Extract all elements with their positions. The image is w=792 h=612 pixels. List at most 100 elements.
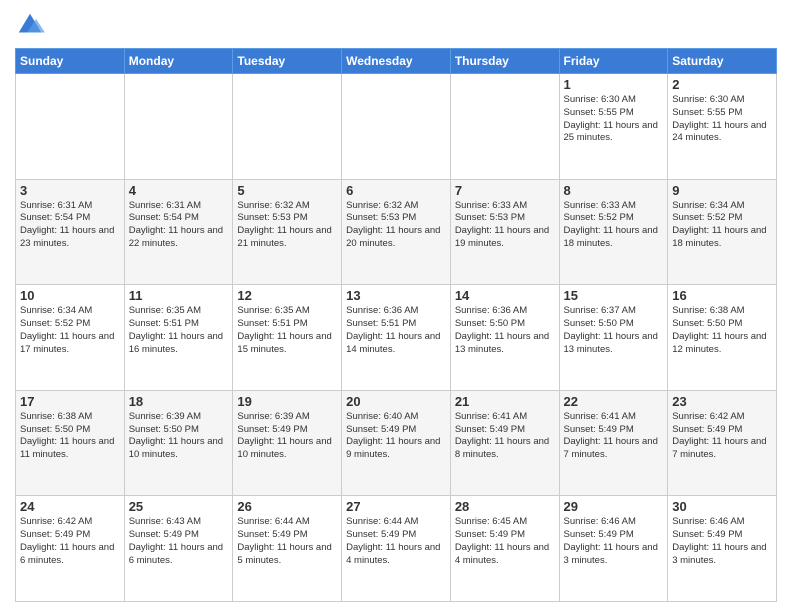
- calendar-week-3: 10 Sunrise: 6:34 AM Sunset: 5:52 PM Dayli…: [16, 285, 777, 391]
- day-info: Sunrise: 6:39 AM Sunset: 5:49 PM Dayligh…: [237, 411, 337, 462]
- calendar-cell: 7 Sunrise: 6:33 AM Sunset: 5:53 PM Daylig…: [450, 179, 559, 285]
- day-info: Sunrise: 6:31 AM Sunset: 5:54 PM Dayligh…: [129, 200, 229, 251]
- day-number: 30: [672, 499, 772, 514]
- calendar-cell: 16 Sunrise: 6:38 AM Sunset: 5:50 PM Dayli…: [668, 285, 777, 391]
- day-info: Sunrise: 6:46 AM Sunset: 5:49 PM Dayligh…: [672, 516, 772, 567]
- day-number: 9: [672, 183, 772, 198]
- day-number: 4: [129, 183, 229, 198]
- calendar-header: SundayMondayTuesdayWednesdayThursdayFrid…: [16, 49, 777, 74]
- day-info: Sunrise: 6:35 AM Sunset: 5:51 PM Dayligh…: [237, 305, 337, 356]
- calendar-cell: 13 Sunrise: 6:36 AM Sunset: 5:51 PM Dayli…: [342, 285, 451, 391]
- day-info: Sunrise: 6:41 AM Sunset: 5:49 PM Dayligh…: [455, 411, 555, 462]
- calendar-cell: 5 Sunrise: 6:32 AM Sunset: 5:53 PM Daylig…: [233, 179, 342, 285]
- day-number: 24: [20, 499, 120, 514]
- day-number: 29: [564, 499, 664, 514]
- day-number: 22: [564, 394, 664, 409]
- calendar-cell: 9 Sunrise: 6:34 AM Sunset: 5:52 PM Daylig…: [668, 179, 777, 285]
- calendar-cell: 29 Sunrise: 6:46 AM Sunset: 5:49 PM Dayli…: [559, 496, 668, 602]
- day-number: 2: [672, 77, 772, 92]
- day-info: Sunrise: 6:39 AM Sunset: 5:50 PM Dayligh…: [129, 411, 229, 462]
- day-info: Sunrise: 6:34 AM Sunset: 5:52 PM Dayligh…: [20, 305, 120, 356]
- calendar-cell: 14 Sunrise: 6:36 AM Sunset: 5:50 PM Dayli…: [450, 285, 559, 391]
- day-info: Sunrise: 6:38 AM Sunset: 5:50 PM Dayligh…: [672, 305, 772, 356]
- day-number: 8: [564, 183, 664, 198]
- day-info: Sunrise: 6:37 AM Sunset: 5:50 PM Dayligh…: [564, 305, 664, 356]
- calendar-cell: [450, 74, 559, 180]
- calendar-week-2: 3 Sunrise: 6:31 AM Sunset: 5:54 PM Daylig…: [16, 179, 777, 285]
- day-info: Sunrise: 6:34 AM Sunset: 5:52 PM Dayligh…: [672, 200, 772, 251]
- day-number: 25: [129, 499, 229, 514]
- page: SundayMondayTuesdayWednesdayThursdayFrid…: [0, 0, 792, 612]
- calendar-cell: 19 Sunrise: 6:39 AM Sunset: 5:49 PM Dayli…: [233, 390, 342, 496]
- day-info: Sunrise: 6:32 AM Sunset: 5:53 PM Dayligh…: [237, 200, 337, 251]
- day-number: 19: [237, 394, 337, 409]
- day-number: 21: [455, 394, 555, 409]
- weekday-header-wednesday: Wednesday: [342, 49, 451, 74]
- calendar-cell: 10 Sunrise: 6:34 AM Sunset: 5:52 PM Dayli…: [16, 285, 125, 391]
- calendar-cell: 17 Sunrise: 6:38 AM Sunset: 5:50 PM Dayli…: [16, 390, 125, 496]
- calendar-cell: 12 Sunrise: 6:35 AM Sunset: 5:51 PM Dayli…: [233, 285, 342, 391]
- day-number: 7: [455, 183, 555, 198]
- day-info: Sunrise: 6:44 AM Sunset: 5:49 PM Dayligh…: [237, 516, 337, 567]
- weekday-header-tuesday: Tuesday: [233, 49, 342, 74]
- calendar-cell: 23Sunrise: 6:42 AM Sunset: 5:49 PM Dayli…: [668, 390, 777, 496]
- day-info: Sunrise: 6:43 AM Sunset: 5:49 PM Dayligh…: [129, 516, 229, 567]
- calendar-cell: 20 Sunrise: 6:40 AM Sunset: 5:49 PM Dayli…: [342, 390, 451, 496]
- day-info: Sunrise: 6:46 AM Sunset: 5:49 PM Dayligh…: [564, 516, 664, 567]
- weekday-header-monday: Monday: [124, 49, 233, 74]
- day-number: 3: [20, 183, 120, 198]
- day-info: Sunrise: 6:33 AM Sunset: 5:52 PM Dayligh…: [564, 200, 664, 251]
- day-number: 27: [346, 499, 446, 514]
- day-info: Sunrise: 6:42 AM Sunset: 5:49 PM Dayligh…: [20, 516, 120, 567]
- calendar-cell: 3Sunrise: 6:31 AM Sunset: 5:54 PM Daylig…: [16, 179, 125, 285]
- day-info: Sunrise: 6:30 AM Sunset: 5:55 PM Dayligh…: [564, 94, 664, 145]
- day-number: 16: [672, 288, 772, 303]
- day-number: 20: [346, 394, 446, 409]
- calendar-cell: 25 Sunrise: 6:43 AM Sunset: 5:49 PM Dayli…: [124, 496, 233, 602]
- weekday-header-thursday: Thursday: [450, 49, 559, 74]
- calendar-cell: 26 Sunrise: 6:44 AM Sunset: 5:49 PM Dayli…: [233, 496, 342, 602]
- day-info: Sunrise: 6:35 AM Sunset: 5:51 PM Dayligh…: [129, 305, 229, 356]
- calendar-cell: 8 Sunrise: 6:33 AM Sunset: 5:52 PM Daylig…: [559, 179, 668, 285]
- day-number: 13: [346, 288, 446, 303]
- calendar-table: SundayMondayTuesdayWednesdayThursdayFrid…: [15, 48, 777, 602]
- day-info: Sunrise: 6:36 AM Sunset: 5:51 PM Dayligh…: [346, 305, 446, 356]
- calendar-cell: 4 Sunrise: 6:31 AM Sunset: 5:54 PM Daylig…: [124, 179, 233, 285]
- calendar-cell: 11Sunrise: 6:35 AM Sunset: 5:51 PM Dayli…: [124, 285, 233, 391]
- day-info: Sunrise: 6:40 AM Sunset: 5:49 PM Dayligh…: [346, 411, 446, 462]
- day-info: Sunrise: 6:36 AM Sunset: 5:50 PM Dayligh…: [455, 305, 555, 356]
- calendar-cell: 21 Sunrise: 6:41 AM Sunset: 5:49 PM Dayli…: [450, 390, 559, 496]
- header: [15, 10, 777, 40]
- calendar-cell: [233, 74, 342, 180]
- day-number: 6: [346, 183, 446, 198]
- day-info: Sunrise: 6:44 AM Sunset: 5:49 PM Dayligh…: [346, 516, 446, 567]
- weekday-header-friday: Friday: [559, 49, 668, 74]
- day-number: 5: [237, 183, 337, 198]
- day-info: Sunrise: 6:41 AM Sunset: 5:49 PM Dayligh…: [564, 411, 664, 462]
- day-info: Sunrise: 6:32 AM Sunset: 5:53 PM Dayligh…: [346, 200, 446, 251]
- day-info: Sunrise: 6:45 AM Sunset: 5:49 PM Dayligh…: [455, 516, 555, 567]
- day-number: 12: [237, 288, 337, 303]
- day-number: 14: [455, 288, 555, 303]
- calendar-cell: 6 Sunrise: 6:32 AM Sunset: 5:53 PM Daylig…: [342, 179, 451, 285]
- day-number: 17: [20, 394, 120, 409]
- weekday-row: SundayMondayTuesdayWednesdayThursdayFrid…: [16, 49, 777, 74]
- calendar-cell: 24 Sunrise: 6:42 AM Sunset: 5:49 PM Dayli…: [16, 496, 125, 602]
- day-number: 26: [237, 499, 337, 514]
- calendar-week-5: 24 Sunrise: 6:42 AM Sunset: 5:49 PM Dayli…: [16, 496, 777, 602]
- calendar-week-1: 1Sunrise: 6:30 AM Sunset: 5:55 PM Daylig…: [16, 74, 777, 180]
- day-info: Sunrise: 6:33 AM Sunset: 5:53 PM Dayligh…: [455, 200, 555, 251]
- day-number: 10: [20, 288, 120, 303]
- calendar-cell: 18 Sunrise: 6:39 AM Sunset: 5:50 PM Dayli…: [124, 390, 233, 496]
- calendar-cell: 2Sunrise: 6:30 AM Sunset: 5:55 PM Daylig…: [668, 74, 777, 180]
- calendar-body: 1Sunrise: 6:30 AM Sunset: 5:55 PM Daylig…: [16, 74, 777, 602]
- calendar-cell: [16, 74, 125, 180]
- weekday-header-sunday: Sunday: [16, 49, 125, 74]
- calendar-cell: 28Sunrise: 6:45 AM Sunset: 5:49 PM Dayli…: [450, 496, 559, 602]
- day-info: Sunrise: 6:38 AM Sunset: 5:50 PM Dayligh…: [20, 411, 120, 462]
- day-number: 18: [129, 394, 229, 409]
- weekday-header-saturday: Saturday: [668, 49, 777, 74]
- calendar-cell: 15Sunrise: 6:37 AM Sunset: 5:50 PM Dayli…: [559, 285, 668, 391]
- day-info: Sunrise: 6:42 AM Sunset: 5:49 PM Dayligh…: [672, 411, 772, 462]
- calendar-cell: 30 Sunrise: 6:46 AM Sunset: 5:49 PM Dayli…: [668, 496, 777, 602]
